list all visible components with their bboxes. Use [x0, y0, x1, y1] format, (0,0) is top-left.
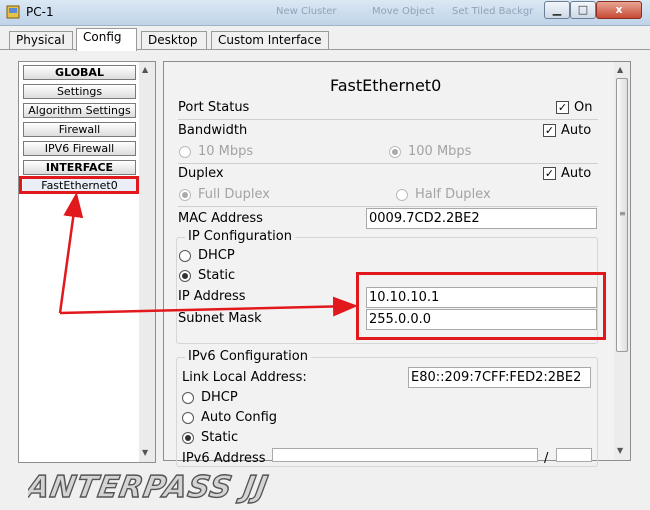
- interface-panel: FastEthernet0 Port Status ✓ On Bandwidth…: [163, 61, 631, 467]
- panel-scrollbar[interactable]: ▲ ≡ ▼: [614, 62, 630, 460]
- grip-icon: ≡: [619, 209, 626, 218]
- bandwidth-auto-label: Auto: [561, 123, 592, 138]
- half-duplex-label: Half Duplex: [415, 187, 491, 202]
- tab-custom-interface[interactable]: Custom Interface: [211, 31, 329, 50]
- prefix-slash: /: [544, 451, 549, 466]
- ghost-title: Set Tiled Backgr: [452, 6, 534, 17]
- sidebar-item-algorithm-settings[interactable]: Algorithm Settings: [23, 103, 136, 118]
- title-bar: PC-1 New Cluster Move Object Set Tiled B…: [0, 0, 650, 26]
- dhcp-label: DHCP: [198, 248, 235, 263]
- mac-address-field[interactable]: 0009.7CD2.2BE2: [366, 208, 597, 229]
- scroll-thumb[interactable]: ≡: [616, 78, 628, 352]
- sidebar-item-interface[interactable]: INTERFACE: [23, 160, 136, 175]
- tab-physical[interactable]: Physical: [9, 31, 73, 50]
- ipv6-static-label: Static: [201, 430, 239, 445]
- tab-config[interactable]: Config: [76, 28, 137, 51]
- maximize-button[interactable]: □: [570, 1, 596, 19]
- app-icon: [6, 5, 20, 19]
- tab-desktop[interactable]: Desktop: [141, 31, 207, 50]
- ipv6-configuration-title: IPv6 Configuration: [185, 349, 311, 364]
- anterpass-watermark-logo: ANTERPASS JJ: [28, 470, 272, 506]
- ipv6-static-radio[interactable]: [182, 432, 194, 444]
- scroll-up-icon[interactable]: ▲: [142, 65, 148, 74]
- ipv6-dhcp-label: DHCP: [201, 390, 238, 405]
- sidebar: GLOBAL Settings Algorithm Settings Firew…: [18, 61, 156, 463]
- bandwidth-10-label: 10 Mbps: [198, 144, 254, 159]
- ip-configuration-title: IP Configuration: [185, 229, 295, 244]
- ipv6-address-field[interactable]: [272, 448, 538, 462]
- ipv6-address-label: IPv6 Address: [182, 451, 266, 466]
- sidebar-scrollbar[interactable]: ▲ ▼: [139, 62, 155, 462]
- divider: [178, 119, 598, 120]
- bandwidth-10-radio[interactable]: [179, 146, 191, 158]
- full-duplex-label: Full Duplex: [198, 187, 270, 202]
- duplex-auto-label: Auto: [561, 166, 592, 181]
- duplex-label: Duplex: [178, 166, 224, 181]
- minimize-button[interactable]: ▁: [544, 1, 570, 19]
- scroll-up-icon[interactable]: ▲: [617, 65, 623, 74]
- link-local-field[interactable]: E80::209:7CFF:FED2:2BE2: [408, 367, 591, 388]
- panel-title: FastEthernet0: [330, 76, 442, 95]
- sidebar-item-global[interactable]: GLOBAL: [23, 65, 136, 80]
- bandwidth-100-label: 100 Mbps: [408, 144, 472, 159]
- highlight-box-ip-fields: [356, 272, 606, 340]
- duplex-auto-checkbox[interactable]: ✓: [543, 167, 556, 180]
- full-duplex-radio[interactable]: [179, 189, 191, 201]
- divider: [178, 206, 598, 207]
- mac-address-label: MAC Address: [178, 211, 263, 226]
- subnet-mask-label: Subnet Mask: [178, 311, 262, 326]
- ipv6-prefix-field[interactable]: [556, 448, 592, 462]
- bandwidth-100-radio[interactable]: [389, 146, 401, 158]
- ipv6-dhcp-radio[interactable]: [182, 392, 194, 404]
- scroll-down-icon[interactable]: ▼: [142, 448, 148, 457]
- dhcp-radio[interactable]: [179, 250, 191, 262]
- sidebar-item-settings[interactable]: Settings: [23, 84, 136, 99]
- sidebar-item-ipv6-firewall[interactable]: IPV6 Firewall: [23, 141, 136, 156]
- static-radio[interactable]: [179, 270, 191, 282]
- port-status-on-label: On: [574, 100, 593, 115]
- ghost-title: Move Object: [372, 6, 435, 17]
- divider: [178, 163, 598, 164]
- ip-address-label: IP Address: [178, 289, 246, 304]
- tab-bar: Physical Config Desktop Custom Interface: [0, 26, 650, 51]
- bandwidth-auto-checkbox[interactable]: ✓: [543, 124, 556, 137]
- half-duplex-radio[interactable]: [396, 189, 408, 201]
- scroll-down-icon[interactable]: ▼: [617, 446, 623, 455]
- link-local-label: Link Local Address:: [182, 370, 307, 385]
- ipv6-auto-config-radio[interactable]: [182, 412, 194, 424]
- ipv6-auto-config-label: Auto Config: [201, 410, 278, 425]
- static-label: Static: [198, 268, 236, 283]
- highlight-box-sidebar: [19, 176, 139, 194]
- sidebar-item-firewall[interactable]: Firewall: [23, 122, 136, 137]
- close-button[interactable]: x: [596, 1, 642, 19]
- port-status-checkbox[interactable]: ✓: [556, 101, 569, 114]
- bandwidth-label: Bandwidth: [178, 123, 248, 138]
- svg-text:ANTERPASS JJ: ANTERPASS JJ: [28, 470, 271, 505]
- ghost-title: New Cluster: [276, 6, 337, 17]
- window-title: PC-1: [26, 5, 54, 19]
- port-status-label: Port Status: [178, 100, 250, 115]
